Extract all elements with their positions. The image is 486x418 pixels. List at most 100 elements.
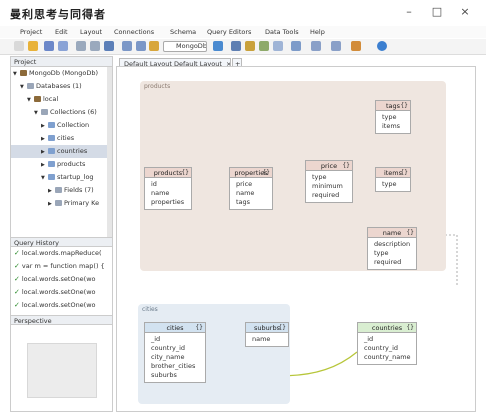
tree-item[interactable]: ▶ countries [11, 145, 112, 158]
diagram-canvas[interactable]: products cities products{} id name properti… [116, 66, 476, 412]
entity-cities[interactable]: cities {} _id country_id city_name brother_ci… [144, 322, 206, 383]
entity-field[interactable]: required [368, 258, 416, 267]
menu-data-tools[interactable]: Data Tools [265, 26, 299, 38]
menu-query-editors[interactable]: Query Editors [207, 26, 251, 38]
entity-field[interactable]: required [306, 191, 352, 200]
entity-field[interactable]: type [306, 173, 352, 182]
collapsed-arrow-icon[interactable]: ▶ [48, 198, 55, 210]
entity-field[interactable]: minimum [306, 182, 352, 191]
collapsed-arrow-icon[interactable]: ▶ [41, 133, 48, 145]
expanded-arrow-icon[interactable]: ▼ [13, 68, 20, 80]
maximize-button[interactable]: □ [424, 4, 450, 20]
entity-field[interactable]: country_name [358, 353, 416, 362]
entity-header[interactable]: items{} [376, 168, 410, 178]
menu-edit[interactable]: Edit [55, 26, 68, 38]
entity-field[interactable]: price [230, 180, 272, 189]
entity-header[interactable]: name {} [368, 228, 416, 238]
save-icon[interactable] [44, 41, 54, 51]
entity-field[interactable]: type [376, 180, 410, 189]
entity-name[interactable]: name {} description type required [367, 227, 417, 270]
menu-schema[interactable]: Schema [170, 26, 196, 38]
entity-field[interactable]: type [368, 249, 416, 258]
menu-layout[interactable]: Layout [80, 26, 102, 38]
tree-item[interactable]: ▶ cities [11, 132, 112, 145]
entity-header[interactable]: countries{} [358, 323, 416, 333]
help-icon[interactable] [377, 41, 387, 51]
tree-item[interactable]: ▶ products [11, 158, 112, 171]
entity-tags[interactable]: tags{} type items [375, 100, 411, 134]
expanded-arrow-icon[interactable]: ▼ [27, 94, 34, 106]
entity-header[interactable]: properties{} [230, 168, 272, 178]
entity-field[interactable]: _id [145, 335, 205, 344]
entity-header[interactable]: products{} [145, 168, 191, 178]
database-icon[interactable] [122, 41, 132, 51]
menu-project[interactable]: Project [20, 26, 42, 38]
tree-item[interactable]: ▼ Databases (1) [11, 80, 112, 93]
comment-icon[interactable] [273, 41, 283, 51]
diagram-icon[interactable] [311, 41, 321, 51]
entity-field[interactable]: country_id [358, 344, 416, 353]
entity-items[interactable]: items{} type [375, 167, 411, 192]
entity-field[interactable]: name [145, 189, 191, 198]
entity-header[interactable]: price {} [306, 161, 352, 171]
refresh-icon[interactable] [149, 41, 159, 51]
entity-header[interactable]: suburbs{} [246, 323, 288, 333]
minimize-button[interactable]: – [396, 4, 422, 20]
tree-item[interactable]: ▶ Primary Ke [11, 197, 112, 210]
entity-field[interactable]: name [246, 335, 288, 344]
connection-select[interactable]: MongoDb [163, 41, 207, 52]
collapsed-arrow-icon[interactable]: ▶ [41, 120, 48, 132]
entity-suburbs[interactable]: suburbs{} name [245, 322, 289, 347]
entity-header[interactable]: tags{} [376, 101, 410, 111]
entity-field[interactable]: suburbs [145, 371, 205, 380]
open-folder-icon[interactable] [28, 41, 38, 51]
entity-properties[interactable]: properties{} price name tags [229, 167, 273, 210]
entity-field[interactable]: properties [145, 198, 191, 207]
chart-icon[interactable] [259, 41, 269, 51]
entity-field[interactable]: tags [230, 198, 272, 207]
entity-products[interactable]: products{} id name properties [144, 167, 192, 210]
tree-item[interactable]: ▼ MongoDb (MongoDb) [11, 67, 112, 80]
pencil-icon[interactable] [245, 41, 255, 51]
entity-field[interactable]: type [376, 113, 410, 122]
entity-field[interactable]: description [368, 240, 416, 249]
expanded-arrow-icon[interactable]: ▼ [20, 81, 27, 93]
menu-connections[interactable]: Connections [114, 26, 154, 38]
collapsed-arrow-icon[interactable]: ▶ [41, 159, 48, 171]
table-icon[interactable] [231, 41, 241, 51]
query-history-item[interactable]: ✓ local.words.setOne(wo [11, 299, 112, 312]
expanded-arrow-icon[interactable]: ▼ [41, 172, 48, 184]
query-history-item[interactable]: ✓ var m = function map() { [11, 260, 112, 273]
perspective-thumbnail[interactable] [27, 343, 97, 398]
tree-scrollbar[interactable] [107, 67, 112, 237]
tools-icon[interactable] [351, 41, 361, 51]
entity-field[interactable]: brother_cities [145, 362, 205, 371]
collapsed-arrow-icon[interactable]: ▶ [41, 146, 48, 158]
query-history-item[interactable]: ✓ local.words.setOne(wo [11, 273, 112, 286]
list-icon[interactable] [76, 41, 86, 51]
tree-item[interactable]: ▼ Collections (6) [11, 106, 112, 119]
tree-item[interactable]: ▶ Collection [11, 119, 112, 132]
search-icon[interactable] [104, 41, 114, 51]
query-history-item[interactable]: ✓ local.words.mapReduce( [11, 247, 112, 260]
entity-field[interactable]: name [230, 189, 272, 198]
entity-field[interactable]: city_name [145, 353, 205, 362]
entity-field[interactable]: _id [358, 335, 416, 344]
relation-icon[interactable] [331, 41, 341, 51]
entity-countries[interactable]: countries{} _id country_id country_name [357, 322, 417, 365]
menu-help[interactable]: Help [310, 26, 325, 38]
new-file-icon[interactable] [14, 41, 24, 51]
layout-icon[interactable] [90, 41, 100, 51]
query-history-item[interactable]: ✓ local.words.setOne(wo [11, 286, 112, 299]
filter-icon[interactable] [291, 41, 301, 51]
tree-item[interactable]: ▼ startup_log [11, 171, 112, 184]
save-all-icon[interactable] [58, 41, 68, 51]
collapsed-arrow-icon[interactable]: ▶ [48, 185, 55, 197]
forward-icon[interactable] [136, 41, 146, 51]
entity-price[interactable]: price {} type minimum required [305, 160, 353, 203]
tree-item[interactable]: ▶ Fields (7) [11, 184, 112, 197]
entity-header[interactable]: cities {} [145, 323, 205, 333]
close-button[interactable]: × [452, 4, 478, 20]
entity-field[interactable]: items [376, 122, 410, 131]
entity-field[interactable]: id [145, 180, 191, 189]
